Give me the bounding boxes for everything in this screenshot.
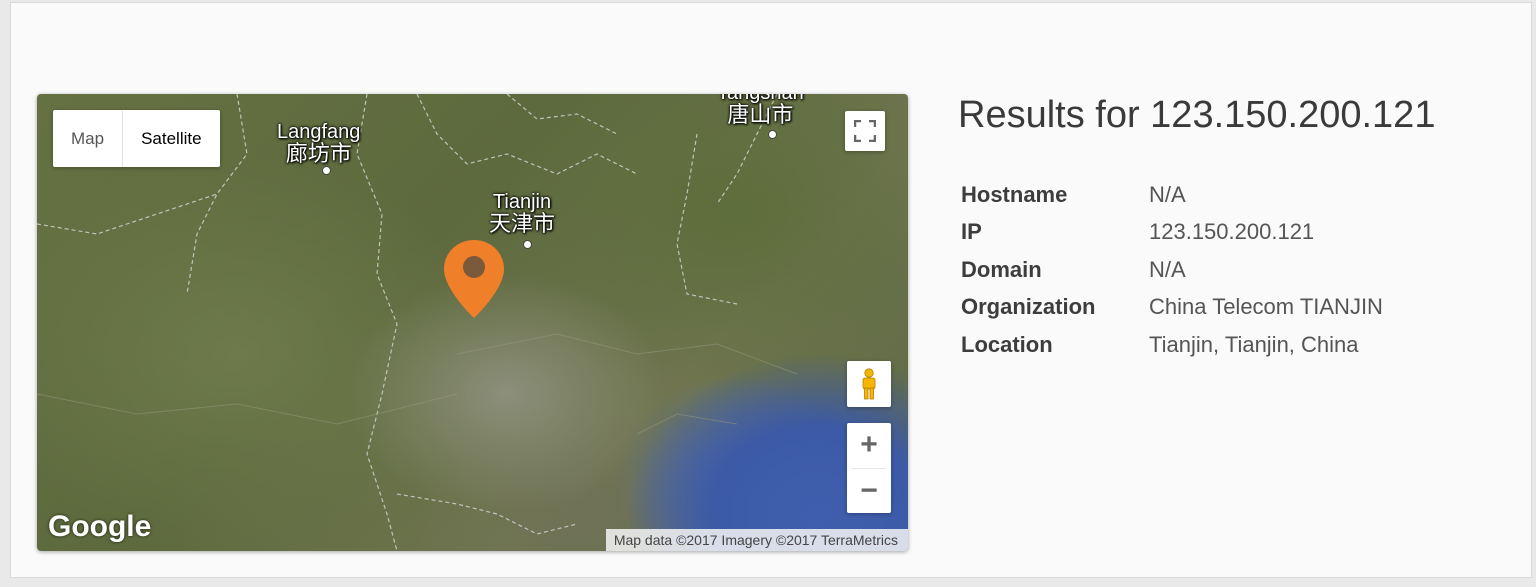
info-row-hostname: Hostname N/A	[961, 176, 1383, 214]
info-value: Tianjin, Tianjin, China	[1149, 331, 1359, 357]
city-name-en: Langfang	[277, 121, 361, 143]
map-type-map-button[interactable]: Map	[53, 110, 122, 167]
zoom-out-button[interactable]: −	[847, 468, 891, 513]
city-label-tianjin: Tianjin 天津市	[489, 191, 556, 236]
city-dot-tangshan	[768, 130, 777, 139]
location-marker-icon[interactable]	[442, 238, 506, 320]
city-name-zh: 廊坊市	[285, 141, 352, 166]
info-label: Location	[961, 331, 1053, 357]
map-type-satellite-button[interactable]: Satellite	[122, 110, 219, 167]
map-attribution[interactable]: Map data ©2017 Imagery ©2017 TerraMetric…	[605, 529, 908, 551]
info-row-domain: Domain N/A	[961, 251, 1383, 289]
zoom-control: + −	[847, 423, 891, 513]
info-label: Hostname	[961, 181, 1068, 207]
info-value: N/A	[1149, 181, 1186, 207]
street-view-pegman-button[interactable]	[847, 361, 891, 407]
zoom-in-button[interactable]: +	[847, 423, 891, 468]
city-name-zh: 唐山市	[727, 102, 794, 127]
info-row-ip: IP 123.150.200.121	[961, 214, 1383, 252]
info-value: 123.150.200.121	[1149, 219, 1315, 245]
fullscreen-button[interactable]	[845, 111, 885, 151]
info-label: IP	[961, 219, 982, 245]
city-dot-langfang	[322, 166, 331, 175]
info-label: Domain	[961, 256, 1042, 282]
city-name-en: Tianjin	[492, 191, 552, 213]
map-type-control: Map Satellite	[53, 110, 220, 167]
results-table: Hostname N/A IP 123.150.200.121 Domain N…	[961, 176, 1383, 364]
map-view[interactable]: Map Satellite Langfang 廊坊市 Tianjin 天津市 T…	[37, 94, 908, 551]
info-value: N/A	[1149, 256, 1186, 282]
city-label-langfang: Langfang 廊坊市	[277, 121, 361, 166]
pegman-icon	[862, 368, 876, 400]
info-label: Organization	[961, 294, 1096, 320]
fullscreen-icon	[854, 120, 876, 142]
city-dot-tianjin	[523, 240, 532, 249]
google-logo[interactable]: Google	[48, 510, 151, 544]
results-title: Results for 123.150.200.121	[958, 94, 1436, 136]
city-name-zh: 天津市	[489, 211, 556, 236]
info-value: China Telecom TIANJIN	[1149, 294, 1383, 320]
info-row-organization: Organization China Telecom TIANJIN	[961, 289, 1383, 327]
info-row-location: Location Tianjin, Tianjin, China	[961, 326, 1383, 364]
city-label-tangshan: Tangshan 唐山市	[717, 94, 804, 127]
